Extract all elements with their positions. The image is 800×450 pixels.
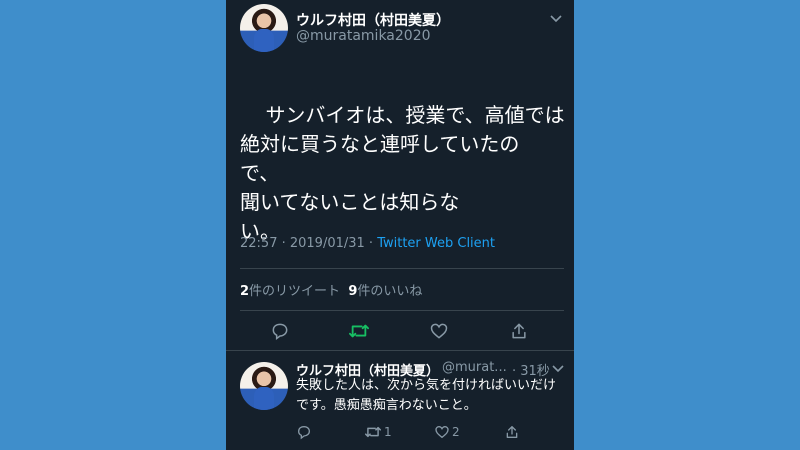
reply-button[interactable] <box>268 319 292 343</box>
reply-like-count: 2 <box>452 425 460 439</box>
author-handle[interactable]: @muratamika2020 <box>296 28 431 44</box>
reply-retweet-button[interactable]: 1 <box>364 424 392 440</box>
reply-retweet-count: 1 <box>384 425 392 439</box>
retweet-count-label[interactable]: 件のリツイート <box>249 284 340 299</box>
share-button[interactable] <box>507 319 531 343</box>
tweet-meta: 22:57 · 2019/01/31 · Twitter Web Client <box>240 236 495 251</box>
heart-icon <box>435 425 449 439</box>
tweet-panel: ウルフ村田（村田美夏） @muratamika2020 サンバイオは、授業で、高… <box>226 0 574 450</box>
chevron-down-icon[interactable] <box>550 12 562 26</box>
reply-share-button[interactable] <box>504 424 520 440</box>
divider <box>226 350 574 351</box>
tweet-stats: 2件のリツイート 9件のいいね <box>240 280 422 299</box>
chevron-down-icon[interactable] <box>552 362 564 376</box>
reply-author-handle[interactable]: @murat... <box>442 360 507 375</box>
reply-text: 失敗した人は、次から気を付ければいいだけです。愚痴愚痴言わないこと。 <box>296 378 557 413</box>
like-count-label[interactable]: 件のいいね <box>357 284 422 299</box>
author-name[interactable]: ウルフ村田（村田美夏） <box>296 10 450 30</box>
reply-icon <box>272 323 288 340</box>
retweet-icon <box>364 426 381 438</box>
retweet-count[interactable]: 2 <box>240 284 249 299</box>
retweet-icon <box>348 324 369 338</box>
reply-author-avatar[interactable] <box>240 362 288 410</box>
author-avatar[interactable] <box>240 4 288 52</box>
heart-icon <box>430 323 448 339</box>
divider <box>240 310 564 311</box>
reply-like-button[interactable]: 2 <box>434 424 460 440</box>
share-icon <box>506 426 518 438</box>
tweet-text-content: サンバイオは、授業で、高値では 絶対に買うなと連呼していたの で、 聞いてないこ… <box>240 103 565 243</box>
reply-tweet[interactable]: ウルフ村田（村田美夏） @murat... · 31秒 失敗した人は、次から気を… <box>226 352 574 450</box>
reply-icon <box>297 425 311 440</box>
tweet-client-link[interactable]: Twitter Web Client <box>377 236 495 251</box>
reply-reply-button[interactable] <box>296 424 312 440</box>
retweet-button[interactable] <box>347 319 371 343</box>
tweet-time: 22:57 · 2019/01/31 · <box>240 236 378 251</box>
like-button[interactable] <box>427 319 451 343</box>
share-icon <box>512 323 526 339</box>
divider <box>240 268 564 269</box>
